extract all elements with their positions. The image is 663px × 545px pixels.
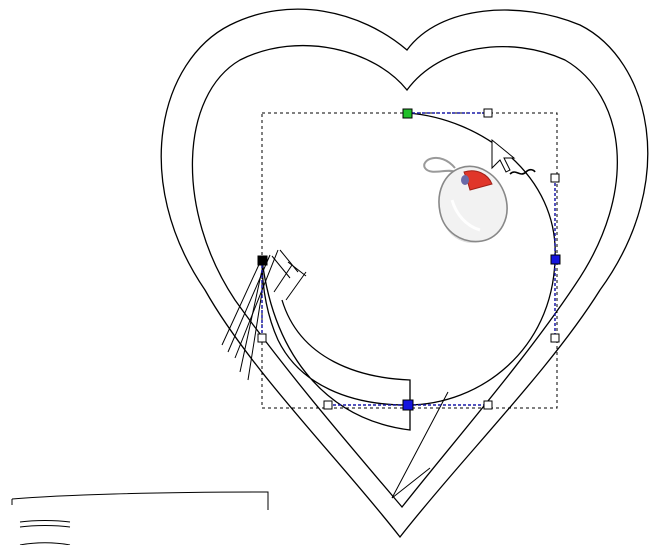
control-handle-bottom-right[interactable]: [483, 400, 493, 410]
control-handle-left-bottom[interactable]: [257, 333, 267, 343]
drawing-canvas[interactable]: [0, 0, 663, 545]
control-handle-bottom-left[interactable]: [323, 400, 333, 410]
node-left-top[interactable]: [257, 255, 268, 266]
start-node[interactable]: [402, 108, 413, 119]
control-handle-right-top[interactable]: [550, 173, 560, 183]
control-handle-top-right[interactable]: [483, 108, 493, 118]
arrow-pointer-icon: [491, 138, 536, 175]
partial-shape-bottom-left[interactable]: [11, 491, 269, 545]
mouse-drag-cursor-icon: [423, 156, 508, 243]
node-right[interactable]: [550, 254, 561, 265]
heart-outer-outline[interactable]: [160, 8, 649, 539]
control-handle-right-bottom[interactable]: [550, 333, 560, 343]
crescent-shape[interactable]: [261, 112, 556, 431]
shape-nodes[interactable]: [257, 108, 561, 411]
hatch-strokes[interactable]: [221, 249, 307, 381]
node-bottom[interactable]: [402, 399, 414, 411]
